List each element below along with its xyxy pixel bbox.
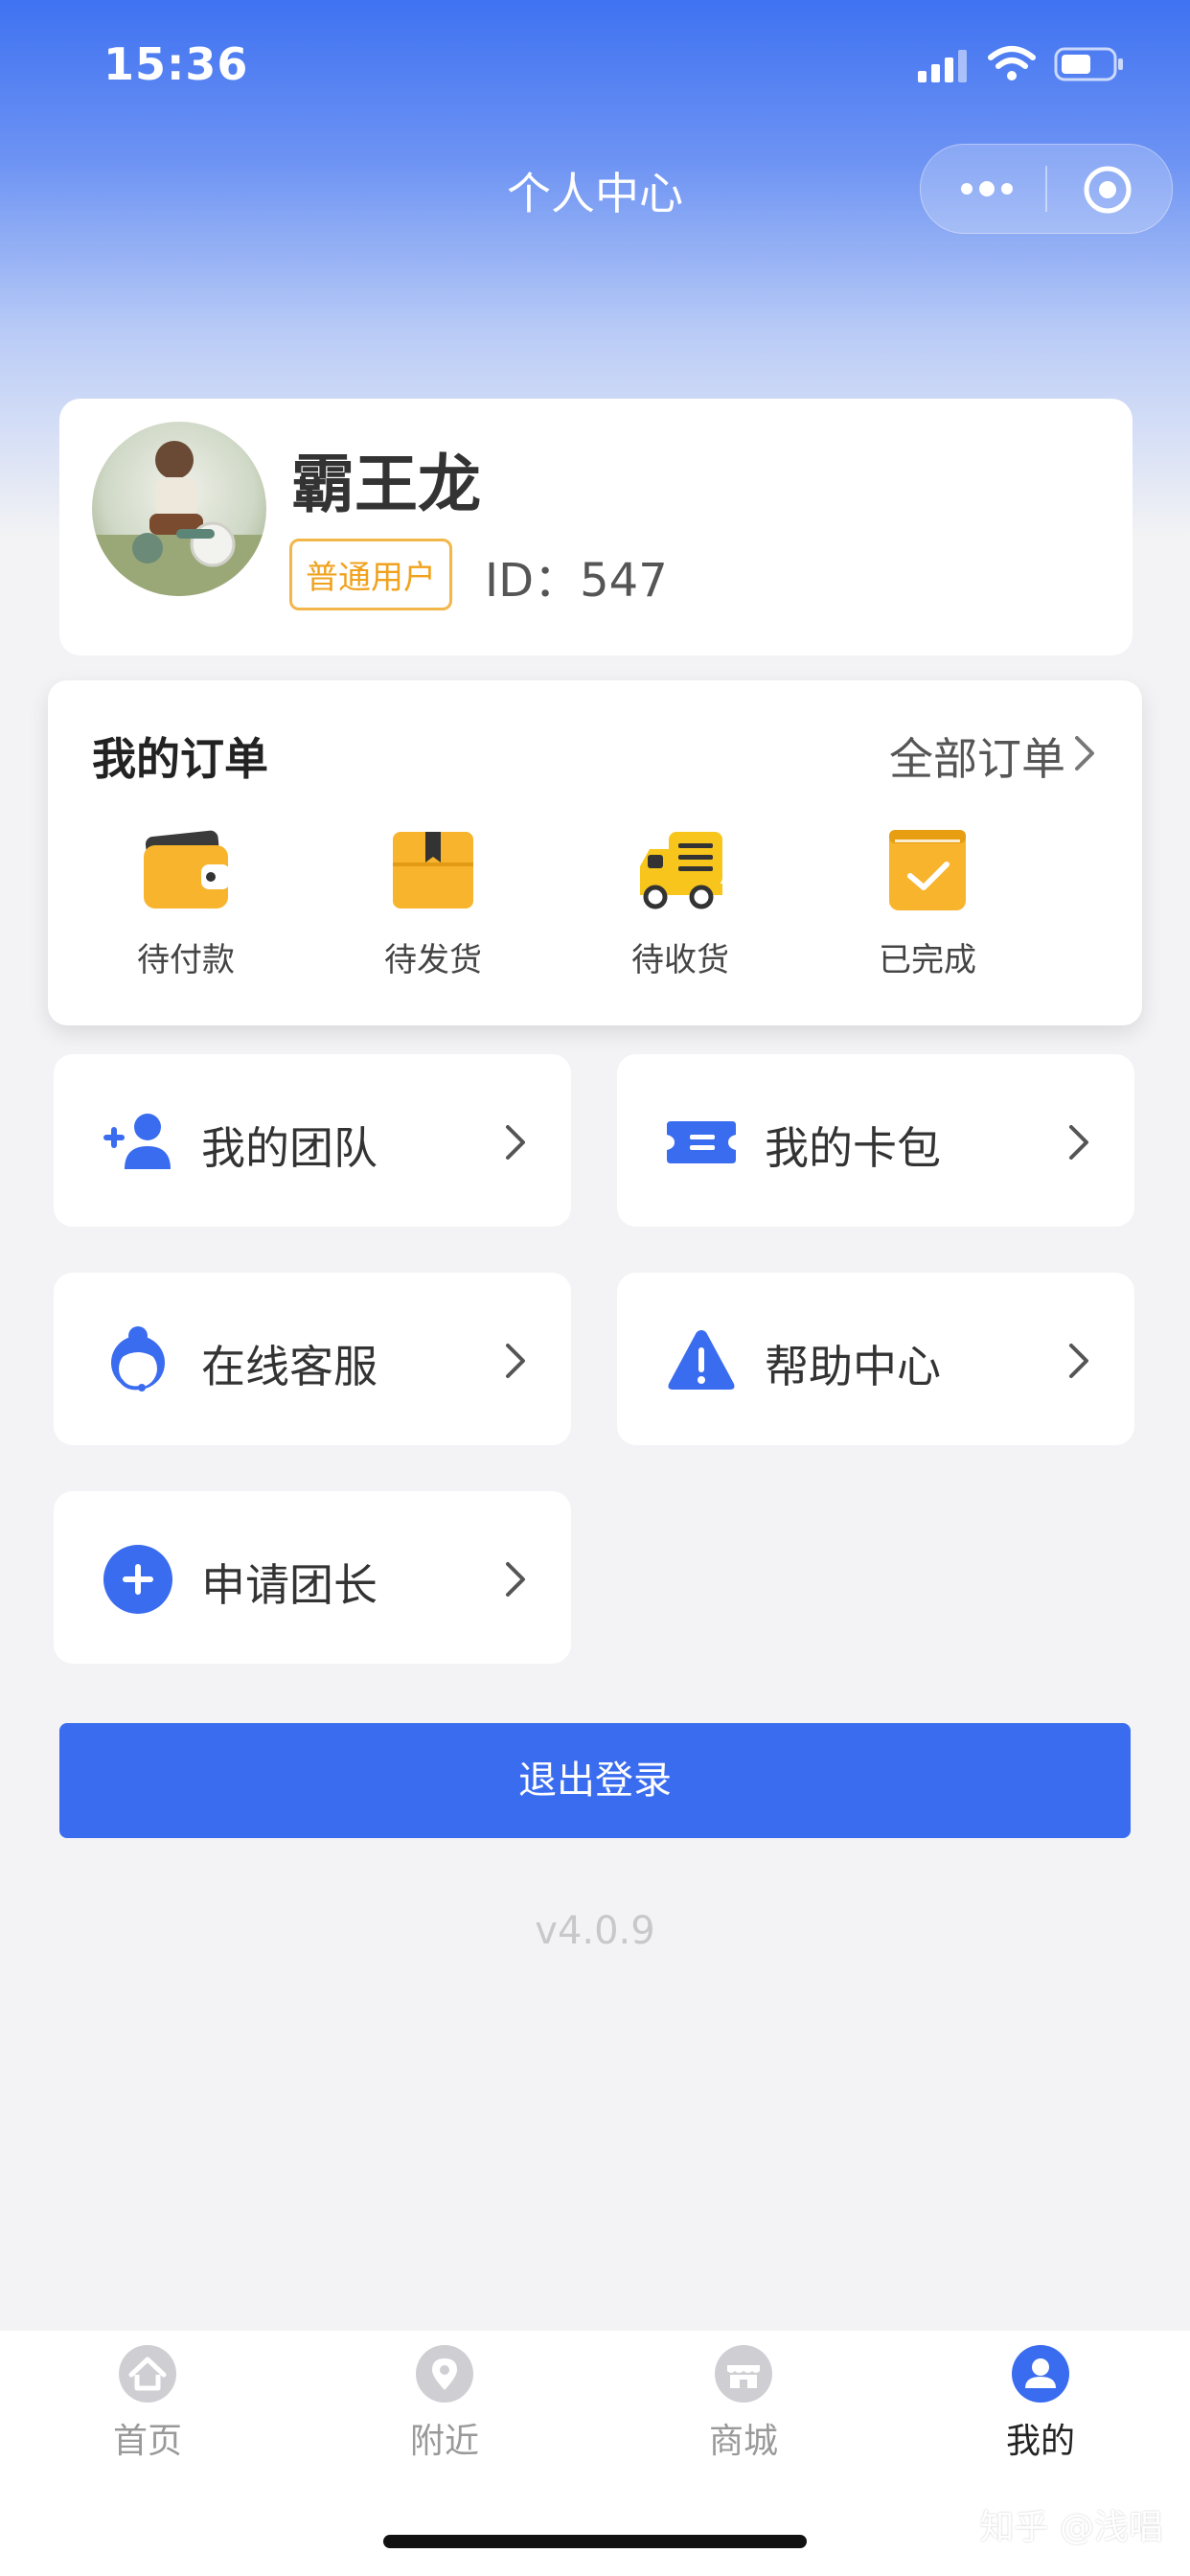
package-icon — [393, 832, 473, 908]
app-version: v4.0.9 — [535, 1909, 655, 1953]
menu-label: 我的卡包 — [765, 1122, 941, 1174]
menu-label: 我的团队 — [201, 1122, 378, 1174]
order-pending-shipment[interactable]: 待发货 — [347, 828, 519, 981]
more-icon[interactable] — [959, 170, 1015, 208]
tab-mall[interactable]: 商城 — [648, 2344, 839, 2478]
order-completed[interactable]: 已完成 — [841, 828, 1014, 981]
menu-my-team[interactable]: 我的团队 — [54, 1054, 571, 1227]
user-level-badge: 普通用户 — [289, 539, 452, 610]
card-ticket-icon — [667, 1121, 736, 1163]
tab-label: 首页 — [112, 2422, 182, 2461]
signal-icon — [918, 50, 967, 82]
avatar[interactable] — [92, 422, 266, 596]
menu-label: 在线客服 — [201, 1341, 378, 1392]
menu-my-cards[interactable]: 我的卡包 — [617, 1054, 1134, 1227]
order-label: 待发货 — [384, 941, 482, 979]
profile-card[interactable]: 霸王龙 普通用户 ID：547 — [59, 399, 1133, 656]
menu-label: 申请团长 — [201, 1559, 378, 1611]
customer-service-icon — [111, 1326, 165, 1392]
battery-icon — [1054, 47, 1123, 81]
tab-mine[interactable]: 我的 — [945, 2344, 1136, 2478]
close-target-icon[interactable] — [1082, 164, 1133, 216]
menu-online-service[interactable]: 在线客服 — [54, 1273, 571, 1445]
order-label: 待付款 — [137, 941, 235, 979]
delivery-truck-icon — [640, 832, 722, 909]
tab-home[interactable]: 首页 — [52, 2344, 243, 2478]
chevron-right-icon — [1069, 1344, 1088, 1378]
capsule-divider — [1045, 166, 1047, 212]
avatar-photo — [92, 441, 266, 596]
add-user-icon — [103, 1114, 171, 1169]
chevron-right-icon — [506, 1562, 525, 1597]
tab-label: 我的 — [1005, 2422, 1075, 2461]
chevron-right-icon — [506, 1344, 525, 1378]
store-icon — [715, 2345, 772, 2403]
order-label: 待收货 — [631, 941, 729, 979]
completed-check-icon — [889, 830, 966, 910]
menu-apply-leader[interactable]: 申请团长 — [54, 1491, 571, 1664]
home-icon — [119, 2345, 176, 2403]
order-pending-payment[interactable]: 待付款 — [100, 828, 272, 981]
order-pending-receipt[interactable]: 待收货 — [594, 828, 767, 981]
menu-label: 帮助中心 — [765, 1341, 941, 1392]
tab-nearby[interactable]: 附近 — [349, 2344, 540, 2478]
my-orders-card: 我的订单 全部订单 待付款 待发货 待收货 已完成 — [48, 680, 1142, 1025]
mini-program-capsule — [920, 144, 1173, 234]
warning-icon — [668, 1330, 735, 1390]
home-indicator — [383, 2535, 807, 2548]
all-orders-link[interactable]: 全部订单 — [889, 724, 1065, 788]
location-icon — [416, 2345, 473, 2403]
tab-label: 商城 — [708, 2422, 778, 2461]
user-id: ID：547 — [485, 554, 668, 608]
orders-title: 我的订单 — [92, 733, 268, 785]
profile-icon — [1012, 2345, 1069, 2403]
order-label: 已完成 — [879, 941, 976, 979]
watermark: 知乎 @浅唱 — [979, 2508, 1163, 2547]
chevron-right-icon[interactable] — [1071, 734, 1098, 772]
chevron-right-icon — [1069, 1125, 1088, 1160]
wallet-icon — [144, 830, 230, 908]
chevron-right-icon — [506, 1125, 525, 1160]
plus-circle-icon — [103, 1545, 172, 1614]
status-time: 15:36 — [103, 38, 249, 90]
wifi-icon — [988, 46, 1036, 80]
menu-help-center[interactable]: 帮助中心 — [617, 1273, 1134, 1445]
logout-button[interactable]: 退出登录 — [59, 1723, 1131, 1838]
user-name: 霸王龙 — [291, 448, 481, 521]
tab-label: 附近 — [409, 2422, 479, 2461]
